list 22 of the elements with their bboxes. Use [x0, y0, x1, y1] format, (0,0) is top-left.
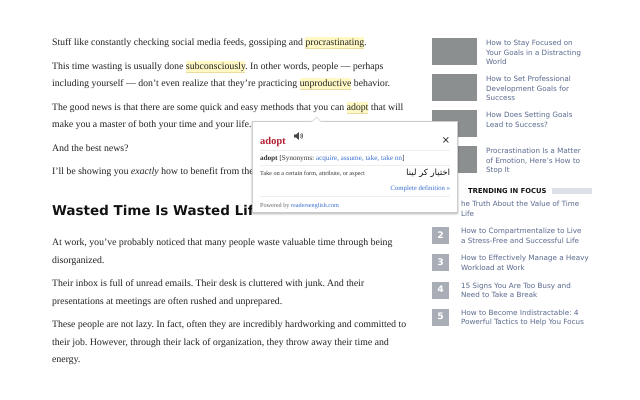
paragraph: These people are not lazy. In fact, often they are incredibly hardworking and committed to their job. However, through their lack of organization, they throw away their time and energy. — [52, 318, 408, 367]
popup-word: adopt — [260, 136, 286, 147]
close-button[interactable]: × — [442, 136, 450, 146]
rank-number: 3 — [432, 254, 449, 272]
paragraph: The good news is that there are some quick and easy methods that you can adopt that will make you a master of both your time and your life. — [52, 100, 404, 132]
paragraph: Stuff like constantly checking social media feeds, gossiping and procrastinating. — [52, 36, 367, 51]
rank-number: 4 — [432, 282, 449, 299]
paragraph: At work, you’ve probably noticed that many people waste valuable time through being disorganized. — [52, 236, 394, 268]
paragraph: Their inbox is full of unread emails. Their desk is cluttered with junk. And their presentations at meetings are often rushed and unprepared. — [52, 277, 366, 308]
rank-number: 5 — [432, 308, 449, 326]
speaker-icon[interactable] — [294, 132, 303, 140]
photo-placeholder — [432, 38, 477, 65]
highlighted-word[interactable]: unproductive — [300, 78, 352, 90]
paragraph: This time wasting is usually done subconsciously. In other words, people — perhaps including yourself — don’t even realize that they’re practicing unproductive behavior. — [52, 60, 390, 92]
translation-text: اختیار کر لینا — [406, 168, 450, 178]
section-heading: Wasted Time Is Wasted Lif — [52, 202, 254, 220]
highlighted-word[interactable]: adopt — [346, 102, 368, 114]
highlighted-word[interactable]: subconsciously — [186, 60, 246, 72]
highlighted-word[interactable]: procrastinating — [305, 37, 364, 49]
photo-placeholder — [432, 74, 477, 101]
paragraph: And the best news? — [52, 142, 128, 156]
rank-number: 2 — [432, 227, 449, 244]
